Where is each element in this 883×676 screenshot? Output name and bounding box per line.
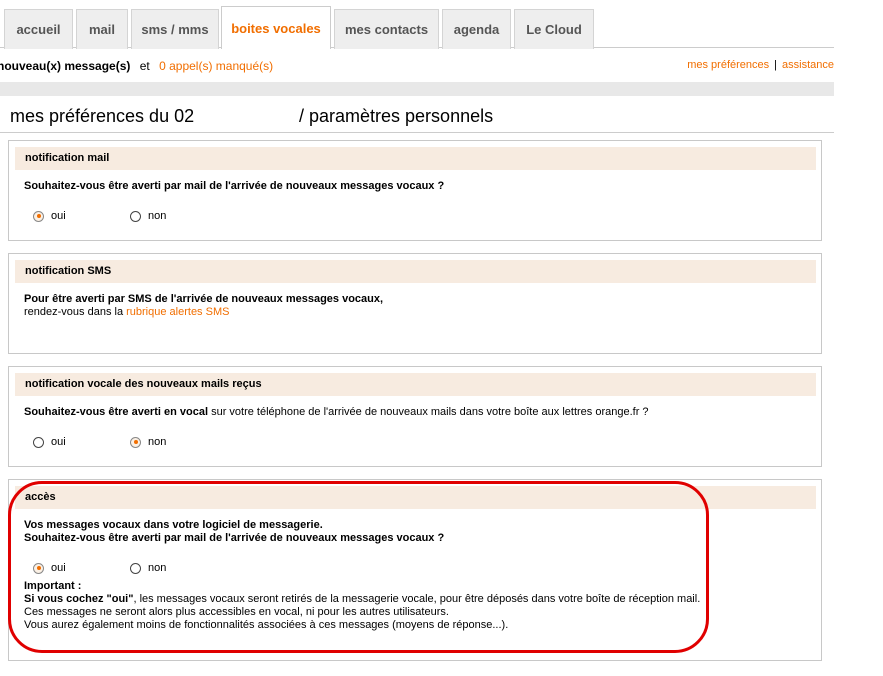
panel-text: Pour être averti par SMS de l'arrivée de… — [24, 293, 384, 305]
panel-notification-vocale: notification vocale des nouveaux mails r… — [8, 366, 822, 467]
title-divider — [0, 132, 834, 133]
radio-checked-icon[interactable] — [130, 436, 141, 448]
tab-bar: accueil mail sms / mms boites vocales me… — [0, 0, 834, 49]
radio-label: oui — [51, 436, 66, 448]
panel-notification-sms: notification SMS Pour être averti par SM… — [8, 253, 822, 354]
missed-calls-link[interactable]: 0 appel(s) manqué(s) — [159, 59, 273, 73]
tab-label: mail — [88, 22, 115, 37]
panel-heading: accès — [15, 486, 816, 509]
new-messages-count[interactable]: nouveau(x) message(s) — [0, 59, 130, 73]
note-bold: Si vous cochez "oui" — [24, 593, 134, 605]
important-note-3: Vous aurez également moins de fonctionna… — [24, 619, 509, 631]
page-title: mes préférences du 02 / paramètres perso… — [10, 106, 493, 127]
panel-heading: notification SMS — [15, 260, 816, 283]
radio-mail-non[interactable]: non — [130, 210, 166, 222]
assistance-link[interactable]: assistance — [782, 59, 834, 71]
tab-mes-contacts[interactable]: mes contacts — [334, 9, 439, 49]
preferences-link[interactable]: mes préférences — [687, 59, 769, 71]
panel-acces: accès Vos messages vocaux dans votre log… — [8, 479, 822, 661]
radio-unchecked-icon[interactable] — [33, 436, 44, 448]
tab-sms-mms[interactable]: sms / mms — [131, 9, 219, 49]
radio-label: non — [148, 436, 167, 448]
tab-le-cloud[interactable]: Le Cloud — [514, 9, 594, 49]
radio-unchecked-icon[interactable] — [130, 210, 141, 222]
radio-label: oui — [51, 562, 66, 574]
radio-vocal-non[interactable]: non — [130, 436, 166, 448]
panel-question: Souhaitez-vous être averti en vocal sur … — [24, 406, 649, 419]
tab-label: agenda — [453, 22, 500, 37]
top-links: mes préférences | assistance — [687, 59, 834, 71]
tab-label: accueil — [16, 22, 61, 37]
page-title-right: / paramètres personnels — [299, 106, 494, 126]
tab-label: mes contacts — [344, 22, 429, 37]
note-rest: , les messages vocaux seront retirés de … — [133, 593, 701, 605]
tab-boites-vocales[interactable]: boites vocales — [221, 6, 331, 49]
status-connector: et — [139, 59, 150, 73]
radio-checked-icon[interactable] — [33, 210, 44, 222]
panel-question: Souhaitez-vous être averti par mail de l… — [24, 532, 445, 544]
sms-alerts-link[interactable]: rubrique alertes SMS — [126, 306, 229, 318]
important-note-2: Ces messages ne seront alors plus access… — [24, 606, 449, 618]
radio-mail-oui[interactable]: oui — [33, 210, 66, 222]
important-note-1: Si vous cochez "oui", les messages vocau… — [24, 593, 700, 606]
question-rest: sur votre téléphone de l'arrivée de nouv… — [211, 406, 649, 418]
question-bold: Souhaitez-vous être averti en vocal — [24, 406, 209, 418]
tab-label: boites vocales — [231, 20, 321, 36]
important-label: Important : — [24, 580, 82, 592]
radio-label: non — [148, 562, 167, 574]
tab-label: sms / mms — [141, 22, 209, 37]
tab-label: Le Cloud — [526, 22, 582, 37]
panel-text-link-line: rendez-vous dans la rubrique alertes SMS — [24, 306, 229, 319]
tab-agenda[interactable]: agenda — [442, 9, 511, 49]
panel-notification-mail: notification mail Souhaitez-vous être av… — [8, 140, 822, 241]
radio-label: oui — [51, 210, 66, 222]
panel-text: Vos messages vocaux dans votre logiciel … — [24, 519, 323, 531]
page-title-left: mes préférences du 02 — [10, 106, 195, 126]
panel-heading: notification vocale des nouveaux mails r… — [15, 373, 816, 396]
radio-unchecked-icon[interactable] — [130, 562, 141, 574]
radio-acces-oui[interactable]: oui — [33, 562, 66, 574]
tab-mail[interactable]: mail — [76, 9, 128, 49]
radio-vocal-oui[interactable]: oui — [33, 436, 66, 448]
tab-accueil[interactable]: accueil — [4, 9, 73, 49]
link-prefix: rendez-vous dans la — [24, 306, 124, 318]
header-divider — [0, 82, 834, 96]
message-status: nouveau(x) message(s) et 0 appel(s) manq… — [0, 59, 273, 73]
radio-checked-icon[interactable] — [33, 562, 44, 574]
radio-acces-non[interactable]: non — [130, 562, 166, 574]
panel-question: Souhaitez-vous être averti par mail de l… — [24, 180, 445, 192]
panel-heading: notification mail — [15, 147, 816, 170]
link-separator: | — [774, 59, 778, 71]
radio-label: non — [148, 210, 167, 222]
